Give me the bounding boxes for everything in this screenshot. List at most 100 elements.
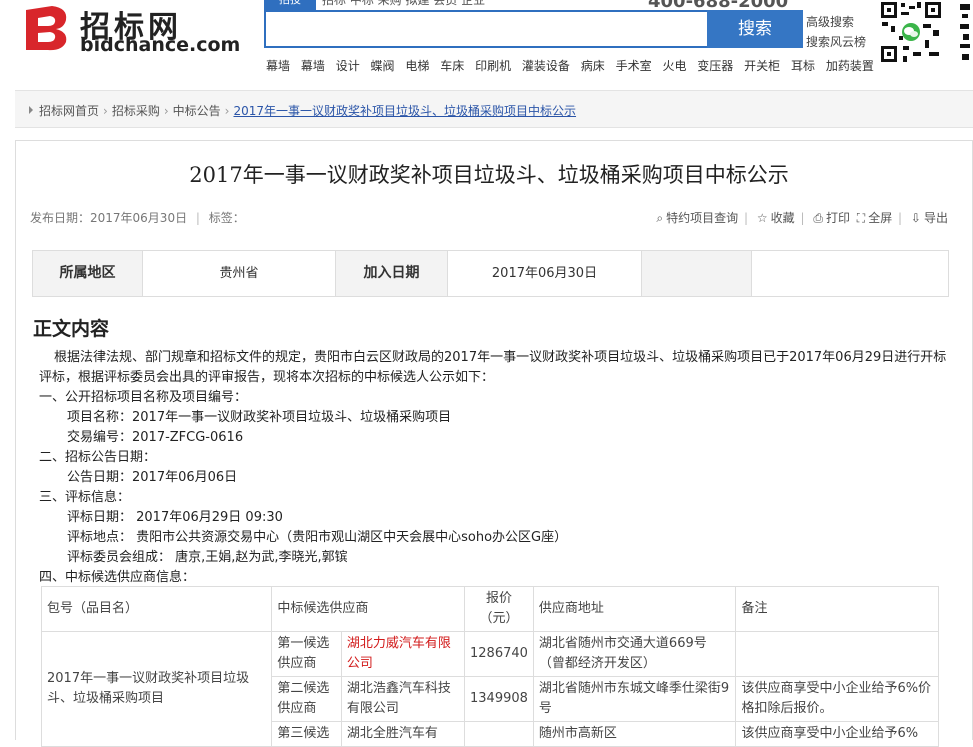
breadcrumb-separator: › xyxy=(163,104,169,118)
breadcrumb-award[interactable]: 中标公告 xyxy=(173,104,221,118)
trade-number: 交易编号：2017-ZFCG-0616 xyxy=(67,430,244,445)
star-icon: ☆ xyxy=(756,211,768,225)
article-body: 根据法律法规、部门规章和招标文件的规定，贵阳市白云区财政局的2017年一事一议财… xyxy=(39,348,951,588)
col-address: 供应商地址 xyxy=(532,586,737,632)
supplier-cell: 湖北全胜汽车有 xyxy=(340,721,466,747)
region-value: 贵州省 xyxy=(143,251,336,296)
candidate-table: 包号（品目名） 中标候选供应商 报价（元） 供应商地址 备注 2017年一事一议… xyxy=(40,586,939,747)
price-cell: 1349908 xyxy=(464,676,534,722)
qr-code-icon xyxy=(879,0,943,64)
keyword-link[interactable]: 幕墙 xyxy=(266,59,290,73)
tool-divider: | xyxy=(800,211,805,225)
page-title: 2017年一事一议财政奖补项目垃圾斗、垃圾桶采购项目中标公示 xyxy=(189,163,789,187)
special-query-link[interactable]: 特约项目查询 xyxy=(666,211,738,225)
search-tab-active[interactable]: 招投 xyxy=(264,0,316,10)
keyword-link[interactable]: 电梯 xyxy=(405,59,429,73)
note-cell: 该供应商享受中小企业给予6%价格扣除后报价。 xyxy=(735,676,939,722)
keyword-link[interactable]: 开关柜 xyxy=(744,59,780,73)
fullscreen-button[interactable]: 全屏 xyxy=(868,211,892,225)
keyword-link[interactable]: 设计 xyxy=(336,59,360,73)
heading-4: 四、中标候选供应商信息： xyxy=(39,570,196,585)
logo-mark-icon xyxy=(22,4,72,52)
keyword-link[interactable]: 灌装设备 xyxy=(522,59,570,73)
keyword-link[interactable]: 耳标 xyxy=(791,59,815,73)
project-name: 项目名称：2017年一事一议财政奖补项目垃圾斗、垃圾桶采购项目 xyxy=(67,410,452,425)
meta-divider: | xyxy=(195,211,200,225)
advanced-search-link[interactable]: 高级搜索 xyxy=(806,12,866,32)
advanced-links: 高级搜索 搜索风云榜 xyxy=(806,12,866,52)
heading-2: 二、招标公告日期： xyxy=(39,450,157,465)
col-price: 报价（元） xyxy=(464,586,534,632)
price-cell xyxy=(464,721,534,747)
favorite-button[interactable]: 收藏 xyxy=(771,211,795,225)
site-logo[interactable]: 招标网 bidchance.com xyxy=(22,4,240,56)
export-button[interactable]: 导出 xyxy=(924,211,948,225)
side-qr-partial-icon xyxy=(960,4,970,60)
price-cell: 1286740 xyxy=(464,631,534,677)
address-cell: 湖北省随州市交通大道669号（曾都经济开发区） xyxy=(532,631,737,677)
col-package: 包号（品目名） xyxy=(40,586,273,632)
address-cell: 湖北省随州市东城文峰季仕梁街9号 xyxy=(532,676,737,722)
export-icon: ⇩ xyxy=(910,211,921,225)
fullscreen-icon: ⛶ xyxy=(856,211,866,225)
heading-3: 三、评标信息： xyxy=(39,490,131,505)
date-label: 加入日期 xyxy=(336,251,448,296)
breadcrumb-home[interactable]: 招标网首页 xyxy=(39,104,99,118)
rank-cell: 第一候选供应商 xyxy=(271,631,342,677)
intro-paragraph: 根据法律法规、部门规章和招标文件的规定，贵阳市白云区财政局的2017年一事一议财… xyxy=(39,350,947,385)
tool-divider: | xyxy=(743,211,749,225)
empty-value xyxy=(752,251,948,296)
breadcrumb-trail: 招标网首页 › 招标采购 › 中标公告 › 2017年一事一议财政奖补项目垃圾斗、垃圾桶采购… xyxy=(29,102,576,119)
eval-committee: 评标委员会组成： 唐京,王娟,赵为武,李晓光,郭镔 xyxy=(67,550,348,565)
rank-cell: 第二候选供应商 xyxy=(271,676,342,722)
keyword-link[interactable]: 手术室 xyxy=(616,59,652,73)
hot-keywords: 幕墙 幕墙 设计 蝶阀 电梯 车床 印刷机 灌装设备 病床 手术室 火电 变压器… xyxy=(266,57,881,74)
breadcrumb-separator: › xyxy=(224,104,230,118)
info-table: 所属地区 贵州省 加入日期 2017年06月30日 xyxy=(32,250,949,297)
publish-date: 发布日期：2017年06月30日 xyxy=(30,211,188,225)
keyword-link[interactable]: 印刷机 xyxy=(475,59,511,73)
notice-date: 公告日期：2017年06月06日 xyxy=(67,470,238,485)
keyword-link[interactable]: 加药装置 xyxy=(826,59,874,73)
date-value: 2017年06月30日 xyxy=(448,251,642,296)
note-cell: 该供应商享受中小企业给予6% xyxy=(735,721,939,747)
keyword-link[interactable]: 车床 xyxy=(440,59,464,73)
hotline-number: 400-688-2000 xyxy=(648,0,789,12)
keyword-link[interactable]: 变压器 xyxy=(697,59,733,73)
address-cell: 随州市高新区 xyxy=(532,721,737,747)
note-cell xyxy=(735,631,939,677)
tags-label: 标签： xyxy=(208,211,245,225)
logo-text-en: bidchance.com xyxy=(80,34,241,56)
breadcrumb: 招标网首页 › 招标采购 › 中标公告 › 2017年一事一议财政奖补项目垃圾斗、垃圾桶采购… xyxy=(15,90,973,128)
print-icon: ⎙ xyxy=(813,211,823,225)
keyword-link[interactable]: 火电 xyxy=(662,59,686,73)
breadcrumb-current[interactable]: 2017年一事一议财政奖补项目垃圾斗、垃圾桶采购项目中标公示 xyxy=(233,104,576,118)
section-title: 正文内容 xyxy=(33,318,110,340)
search-ranking-link[interactable]: 搜索风云榜 xyxy=(806,32,866,52)
keyword-link[interactable]: 蝶阀 xyxy=(371,59,395,73)
supplier-link[interactable]: 湖北力威汽车有限公司 xyxy=(340,631,466,677)
article-meta: 发布日期：2017年06月30日 | 标签： xyxy=(30,209,245,226)
rank-cell: 第三候选 xyxy=(271,721,342,747)
breadcrumb-procurement[interactable]: 招标采购 xyxy=(112,104,160,118)
print-button[interactable]: 打印 xyxy=(826,211,850,225)
keyword-link[interactable]: 病床 xyxy=(581,59,605,73)
article-tools: ⌕ 特约项目查询 | ☆ 收藏 | ⎙ 打印 ⛶ 全屏 | ⇩ 导出 xyxy=(653,209,948,226)
keyword-link[interactable]: 幕墙 xyxy=(301,59,325,73)
table-row: 2017年一事一议财政奖补项目垃圾斗、垃圾桶采购项目 第一候选供应商 湖北力威汽… xyxy=(40,631,939,747)
search-button[interactable]: 搜索 xyxy=(707,10,803,48)
home-arrow-icon xyxy=(29,106,33,114)
region-label: 所属地区 xyxy=(33,251,143,296)
table-header-row: 包号（品目名） 中标候选供应商 报价（元） 供应商地址 备注 xyxy=(40,586,939,632)
col-supplier: 中标候选供应商 xyxy=(271,586,466,632)
search-icon: ⌕ xyxy=(656,211,664,225)
eval-location: 评标地点： 贵阳市公共资源交易中心（贵阳市观山湖区中天会展中心soho办公区G座… xyxy=(67,530,568,545)
eval-date: 评标日期： 2017年06月29日 09:30 xyxy=(67,510,283,525)
heading-1: 一、公开招标项目名称及项目编号： xyxy=(39,390,248,405)
tool-divider: | xyxy=(898,211,903,225)
col-note: 备注 xyxy=(735,586,939,632)
article-panel: 2017年一事一议财政奖补项目垃圾斗、垃圾桶采购项目中标公示 发布日期：2017… xyxy=(15,140,973,747)
supplier-cell: 湖北浩鑫汽车科技有限公司 xyxy=(340,676,466,722)
search-tabs-rest[interactable]: 招标 中标 采购 拟建 会员 企业 xyxy=(322,0,485,8)
search-input[interactable] xyxy=(264,10,708,48)
